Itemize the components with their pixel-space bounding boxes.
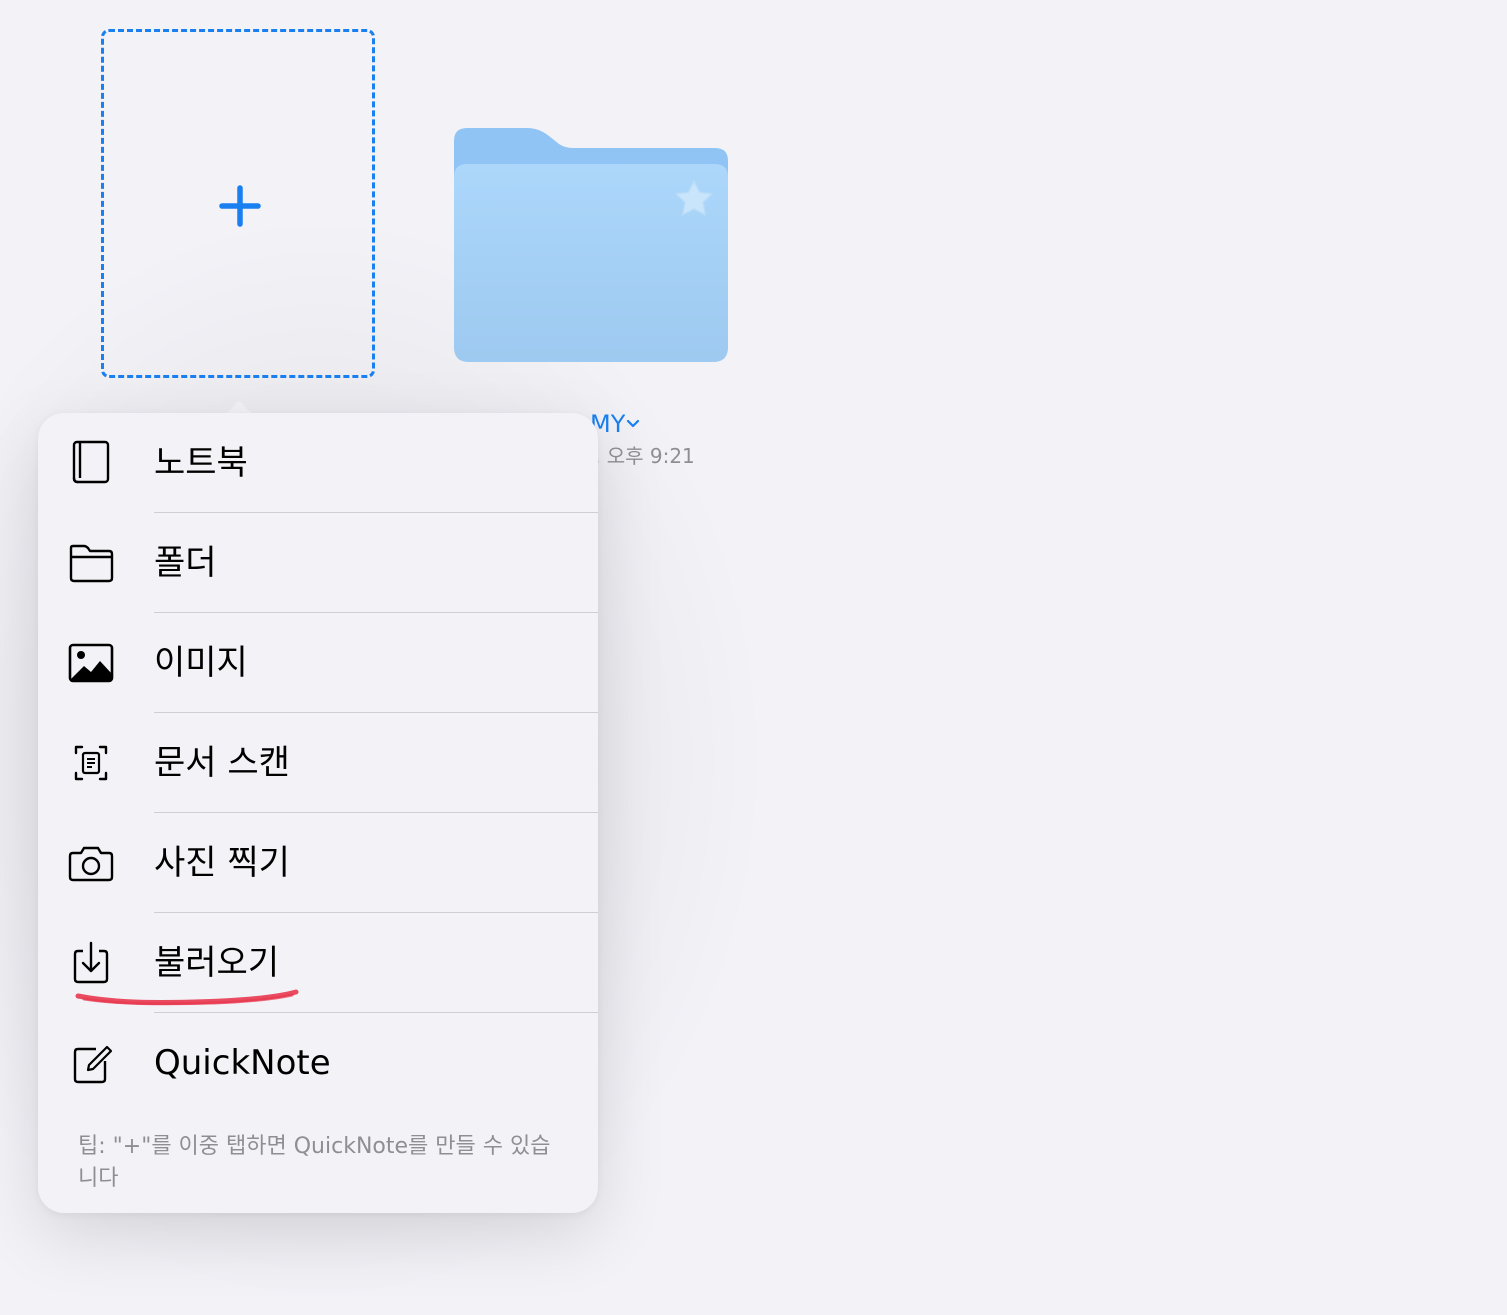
menu-item-image[interactable]: 이미지 bbox=[38, 613, 598, 713]
menu-item-label: QuickNote bbox=[154, 1043, 331, 1083]
popover-arrow bbox=[214, 401, 264, 416]
new-item-popover: 노트북 폴더 이미지 문서 스캔 사진 찍기 불러오기 QuickNote 팁:… bbox=[38, 413, 598, 1213]
image-icon bbox=[68, 643, 114, 683]
folder-thumbnail[interactable] bbox=[453, 127, 729, 363]
menu-item-label: 노트북 bbox=[154, 443, 248, 483]
folder-icon bbox=[69, 544, 114, 583]
menu-item-quicknote[interactable]: QuickNote bbox=[38, 1013, 598, 1113]
quicknote-icon bbox=[73, 1045, 113, 1084]
chevron-down-icon[interactable] bbox=[624, 414, 642, 432]
notebook-icon bbox=[72, 440, 110, 484]
menu-item-notebook[interactable]: 노트북 bbox=[38, 413, 598, 513]
menu-item-label: 문서 스캔 bbox=[154, 743, 290, 783]
plus-icon bbox=[219, 185, 261, 227]
import-icon bbox=[73, 941, 109, 984]
camera-icon bbox=[68, 846, 114, 882]
folder-date: . 오후 9:21 bbox=[594, 444, 695, 468]
tip-text: 팁: "+"를 이중 탭하면 QuickNote를 만들 수 있습니다 bbox=[78, 1134, 551, 1191]
menu-item-document-scan[interactable]: 문서 스캔 bbox=[38, 713, 598, 813]
document-scan-icon bbox=[74, 745, 108, 781]
add-new-tile[interactable] bbox=[101, 29, 375, 378]
menu-item-folder[interactable]: 폴더 bbox=[38, 513, 598, 613]
menu-item-label: 폴더 bbox=[154, 543, 217, 583]
menu-item-label: 사진 찍기 bbox=[154, 843, 290, 883]
menu-item-label: 이미지 bbox=[154, 643, 248, 683]
annotation-underline bbox=[75, 989, 299, 1006]
menu-item-take-photo[interactable]: 사진 찍기 bbox=[38, 813, 598, 913]
